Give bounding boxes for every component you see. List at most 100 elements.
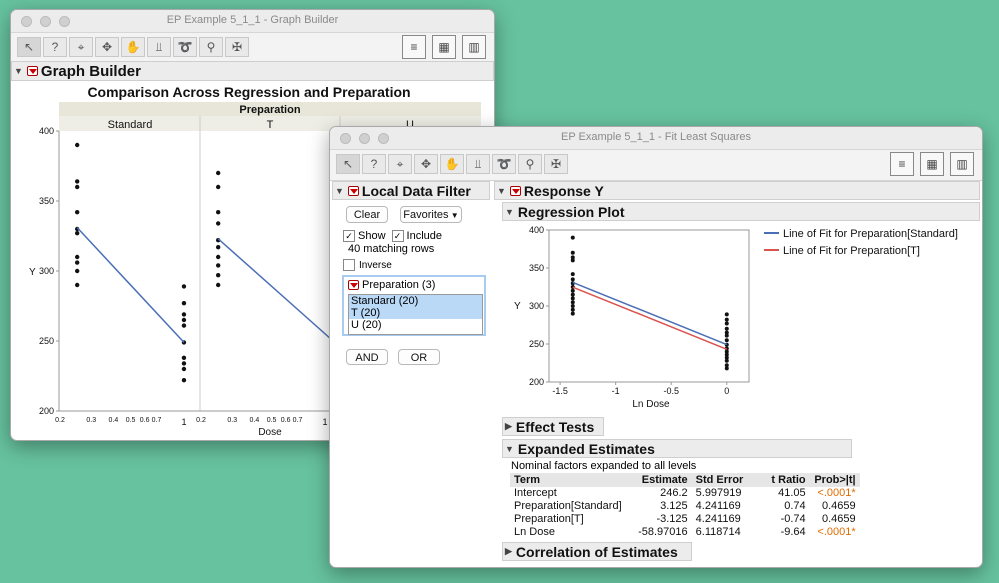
report-icon[interactable]: ≡ [890, 152, 914, 176]
red-triangle-menu-icon[interactable] [509, 185, 521, 196]
response-y-header[interactable]: ▼ Response Y [494, 181, 980, 200]
data-point [215, 170, 221, 176]
help-tool-icon[interactable]: ? [362, 154, 386, 174]
x-tick-label: 0.7 [152, 417, 162, 424]
data-point [181, 317, 187, 323]
legend-label-t: Line of Fit for Preparation[T] [783, 245, 920, 257]
favorites-button[interactable]: Favorites ▼ [400, 206, 462, 223]
show-label: Show [358, 230, 386, 242]
local-data-filter-header[interactable]: ▼ Local Data Filter [332, 181, 490, 200]
local-data-filter-title: Local Data Filter [361, 182, 471, 199]
x-tick-label: -0.5 [663, 386, 679, 396]
level-item[interactable]: T (20) [349, 307, 482, 319]
fit-line-t [217, 238, 342, 349]
prob-cell: <.0001* [817, 487, 856, 499]
show-checkbox[interactable]: ✓ [343, 230, 355, 242]
expand-triangle-icon[interactable]: ▶ [505, 546, 512, 557]
annotate-tool-icon[interactable]: ✠ [225, 37, 249, 57]
std-error-cell: 6.118714 [695, 526, 741, 538]
y-tick-label: 300 [529, 301, 544, 311]
crosshair-tool-icon[interactable]: ⌖ [69, 37, 93, 57]
inverse-checkbox[interactable] [343, 259, 355, 271]
data-point [215, 282, 221, 288]
include-checkbox[interactable]: ✓ [391, 230, 404, 242]
graph-builder-header[interactable]: ▼ Graph Builder [11, 61, 494, 81]
data-point [215, 254, 221, 260]
x-tick-label: 0.2 [196, 417, 206, 424]
clear-button[interactable]: Clear [346, 206, 388, 223]
col-estimate: Estimate [625, 473, 692, 487]
t-ratio-cell: -9.64 [780, 526, 806, 538]
lasso-tool-icon[interactable]: ➰ [173, 37, 197, 57]
fit-least-squares-window: EP Example 5_1_1 - Fit Least Squares ↖ ?… [329, 126, 983, 568]
estimate-cell: -3.125 [656, 513, 688, 525]
data-table-icon[interactable]: ▦ [432, 35, 456, 59]
data-point [570, 300, 575, 305]
preparation-filter-header[interactable]: Preparation (3) [348, 279, 435, 291]
arrow-tool-icon[interactable]: ↖ [17, 37, 41, 57]
expanded-estimates-header[interactable]: ▼ Expanded Estimates [502, 439, 852, 458]
prob-cell: 0.4659 [821, 513, 856, 525]
matching-rows: 40 matching rows [348, 243, 435, 255]
move-tool-icon[interactable]: ✥ [95, 37, 119, 57]
data-point [724, 312, 729, 317]
table-row: Preparation[Standard] 3.125 4.241169 0.7… [510, 500, 860, 513]
collapse-triangle-icon[interactable]: ▼ [505, 444, 514, 454]
graph-builder-title: Graph Builder [40, 62, 141, 80]
move-tool-icon[interactable]: ✥ [414, 154, 438, 174]
data-point [74, 268, 80, 274]
estimates-table: Term Estimate Std Error t Ratio Prob>|t|… [510, 473, 860, 539]
data-point [215, 263, 221, 268]
collapse-triangle-icon[interactable]: ▼ [335, 186, 344, 196]
columns-icon[interactable]: ▥ [462, 35, 486, 59]
data-point [570, 288, 575, 293]
columns-icon[interactable]: ▥ [950, 152, 974, 176]
lasso-tool-icon[interactable]: ➰ [492, 154, 516, 174]
dropdown-arrow-icon: ▼ [448, 211, 459, 220]
collapse-triangle-icon[interactable]: ▼ [505, 207, 514, 217]
x-axis-label: Dose [258, 427, 282, 438]
level-item[interactable]: U (20) [349, 319, 482, 331]
hand-tool-icon[interactable]: ✋ [440, 154, 464, 174]
zoom-tool-icon[interactable]: ⚲ [518, 154, 542, 174]
response-y-title: Response Y [523, 182, 604, 199]
collapse-triangle-icon[interactable]: ▼ [14, 66, 23, 76]
or-button[interactable]: OR [398, 349, 440, 365]
zoom-tool-icon[interactable]: ⚲ [199, 37, 223, 57]
x-tick-label: 0.5 [126, 417, 136, 424]
col-std-error: Std Error [691, 473, 754, 487]
prob-cell: 0.4659 [821, 500, 856, 512]
and-button[interactable]: AND [346, 349, 388, 365]
report-icon[interactable]: ≡ [402, 35, 426, 59]
expand-triangle-icon[interactable]: ▶ [505, 421, 512, 432]
data-point [181, 323, 187, 328]
brush-tool-icon[interactable]: ⫫ [147, 37, 171, 57]
y-tick-label: 350 [529, 263, 544, 273]
data-point [181, 366, 187, 372]
red-triangle-menu-icon[interactable] [26, 66, 38, 76]
effect-tests-header[interactable]: ▶ Effect Tests [502, 417, 604, 436]
y-tick-label: 300 [39, 266, 54, 276]
table-row: Ln Dose -58.97016 6.118714 -9.64 <.0001* [510, 526, 860, 539]
regression-plot-header[interactable]: ▼ Regression Plot [502, 202, 980, 221]
hand-tool-icon[interactable]: ✋ [121, 37, 145, 57]
data-table-icon[interactable]: ▦ [920, 152, 944, 176]
arrow-tool-icon[interactable]: ↖ [336, 154, 360, 174]
help-tool-icon[interactable]: ? [43, 37, 67, 57]
x-tick-label: 0.7 [293, 417, 303, 424]
collapse-triangle-icon[interactable]: ▼ [497, 186, 506, 196]
correlation-header[interactable]: ▶ Correlation of Estimates [502, 542, 692, 561]
annotate-tool-icon[interactable]: ✠ [544, 154, 568, 174]
brush-tool-icon[interactable]: ⫫ [466, 154, 490, 174]
window-titlebar[interactable]: EP Example 5_1_1 - Graph Builder [11, 10, 494, 33]
y-tick-label: 400 [39, 126, 54, 136]
red-triangle-menu-icon[interactable] [347, 185, 359, 196]
data-point [74, 184, 80, 190]
window-titlebar[interactable]: EP Example 5_1_1 - Fit Least Squares [330, 127, 982, 150]
level-item[interactable]: Standard (20) [349, 295, 482, 307]
y-tick-label: 200 [39, 406, 54, 416]
plot-y-axis-label: Y [514, 301, 521, 312]
crosshair-tool-icon[interactable]: ⌖ [388, 154, 412, 174]
red-triangle-menu-icon[interactable] [348, 280, 359, 290]
correlation-title: Correlation of Estimates [515, 543, 678, 560]
